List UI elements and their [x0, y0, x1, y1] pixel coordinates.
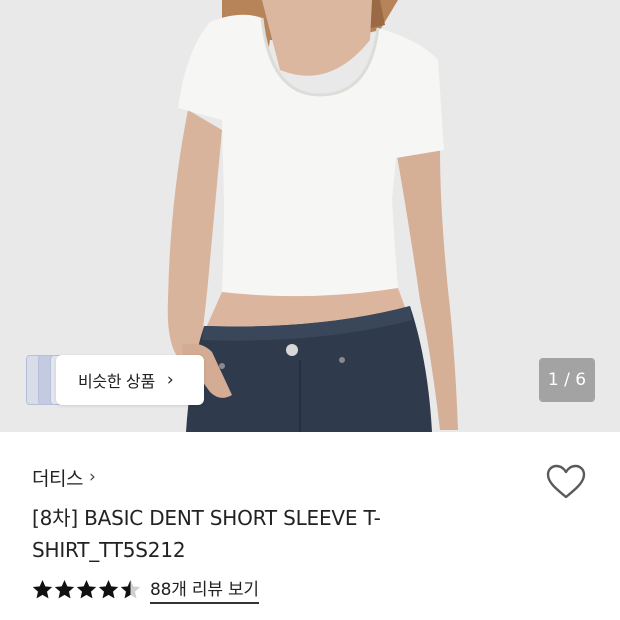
star-icon — [54, 579, 75, 598]
star-icon — [32, 579, 53, 598]
similar-products-button[interactable]: 비슷한 상품 › — [56, 355, 204, 405]
chevron-right-icon: › — [166, 370, 174, 390]
star-icon — [98, 579, 119, 598]
star-rating — [32, 579, 142, 600]
wishlist-button[interactable] — [545, 464, 587, 500]
star-icon — [120, 579, 141, 598]
brand-name: 더티스 — [32, 467, 83, 490]
image-page-counter: 1 / 6 — [539, 358, 595, 402]
product-image-carousel[interactable]: 비슷한 상품 › 1 / 6 — [0, 0, 620, 432]
similar-products-widget[interactable]: 비슷한 상품 › — [26, 355, 204, 405]
chevron-right-icon: › — [88, 467, 96, 487]
similar-products-label: 비슷한 상품 — [78, 372, 155, 391]
heart-icon — [546, 464, 586, 499]
rating-row: 88개 리뷰 보기 — [32, 574, 259, 604]
page-counter-text: 1 / 6 — [547, 370, 587, 390]
brand-link[interactable]: 더티스 › — [32, 462, 96, 492]
review-link[interactable]: 88개 리뷰 보기 — [150, 575, 259, 604]
product-title: [8차] BASIC DENT SHORT SLEEVE T-SHIRT_TT5… — [32, 506, 381, 562]
star-icon — [76, 579, 97, 598]
